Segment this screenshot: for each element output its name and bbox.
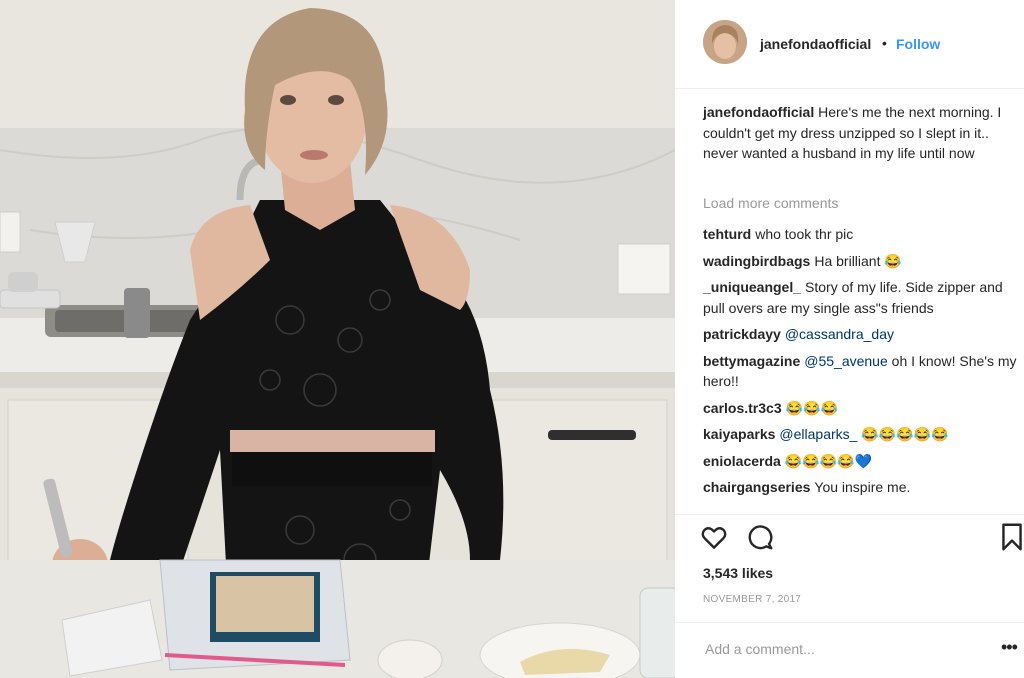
avatar-image — [703, 20, 747, 64]
post-header: janefondaofficial • Follow — [675, 0, 1024, 88]
comment-username[interactable]: chairgangseries — [703, 479, 810, 495]
separator-dot: • — [882, 35, 887, 51]
comment-username[interactable]: carlos.tr3c3 — [703, 400, 782, 416]
comment-username[interactable]: wadingbirdbags — [703, 253, 810, 269]
post-photo[interactable] — [0, 0, 675, 678]
comment-bubble-icon[interactable] — [745, 522, 777, 554]
post-date[interactable]: NOVEMBER 7, 2017 — [703, 594, 801, 605]
comment-item: bettymagazine @55_avenue oh I know! She's… — [703, 351, 1018, 392]
kitchen-photo-illustration — [0, 0, 675, 678]
comment-list: tehturd who took thr pic wadingbirdbags Ha… — [703, 224, 1018, 504]
comment-divider — [675, 622, 1024, 623]
avatar[interactable] — [703, 20, 747, 64]
comment-text: Ha brilliant 😂 — [814, 252, 902, 269]
comment-username[interactable]: eniolacerda — [703, 453, 781, 469]
comment-mention[interactable]: @ellaparks_ — [779, 426, 857, 442]
comment-item: patrickdayy @cassandra_day — [703, 324, 1018, 345]
comment-text: 😂😂😂 — [785, 399, 838, 416]
add-comment-input[interactable] — [703, 639, 987, 659]
comment-item: _uniqueangel_ Story of my life. Side zipp… — [703, 277, 1018, 318]
comment-item: chairgangseries You inspire me. — [703, 477, 1018, 498]
follow-button[interactable]: Follow — [896, 36, 940, 52]
more-options-icon[interactable]: ••• — [1001, 637, 1018, 658]
post-sidebar: janefondaofficial • Follow janefondaoffi… — [675, 0, 1024, 678]
comment-text: who took thr pic — [755, 226, 854, 242]
action-bar — [675, 518, 1024, 562]
comment-text: 😂😂😂😂💙 — [784, 452, 872, 469]
header-divider — [675, 88, 1024, 89]
comment-item: wadingbirdbags Ha brilliant 😂 — [703, 251, 1018, 272]
instagram-post: janefondaofficial • Follow janefondaoffi… — [0, 0, 1024, 678]
actions-divider — [675, 514, 1024, 515]
comment-username[interactable]: tehturd — [703, 226, 751, 242]
comment-item: carlos.tr3c3 😂😂😂 — [703, 398, 1018, 419]
comment-mention[interactable]: @cassandra_day — [785, 326, 894, 342]
caption-username[interactable]: janefondaofficial — [703, 104, 814, 120]
comment-username[interactable]: kaiyaparks — [703, 426, 775, 442]
comment-item: tehturd who took thr pic — [703, 224, 1018, 245]
caption: janefondaofficial Here's me the next mor… — [703, 102, 1003, 164]
load-more-comments-button[interactable]: Load more comments — [703, 195, 838, 211]
comment-username[interactable]: patrickdayy — [703, 326, 781, 342]
heart-icon[interactable] — [699, 522, 731, 554]
comment-item: kaiyaparks @ellaparks_ 😂😂😂😂😂 — [703, 424, 1018, 445]
likes-count[interactable]: 3,543 likes — [703, 565, 773, 581]
username-link[interactable]: janefondaofficial — [760, 36, 871, 52]
comment-text: 😂😂😂😂😂 — [861, 426, 949, 442]
comment-mention[interactable]: @55_avenue — [804, 353, 888, 369]
comment-username[interactable]: bettymagazine — [703, 353, 800, 369]
comment-item: eniolacerda 😂😂😂😂💙 — [703, 451, 1018, 472]
comment-text: You inspire me. — [814, 479, 911, 495]
comment-username[interactable]: _uniqueangel_ — [703, 279, 801, 295]
bookmark-icon[interactable] — [1001, 522, 1023, 554]
